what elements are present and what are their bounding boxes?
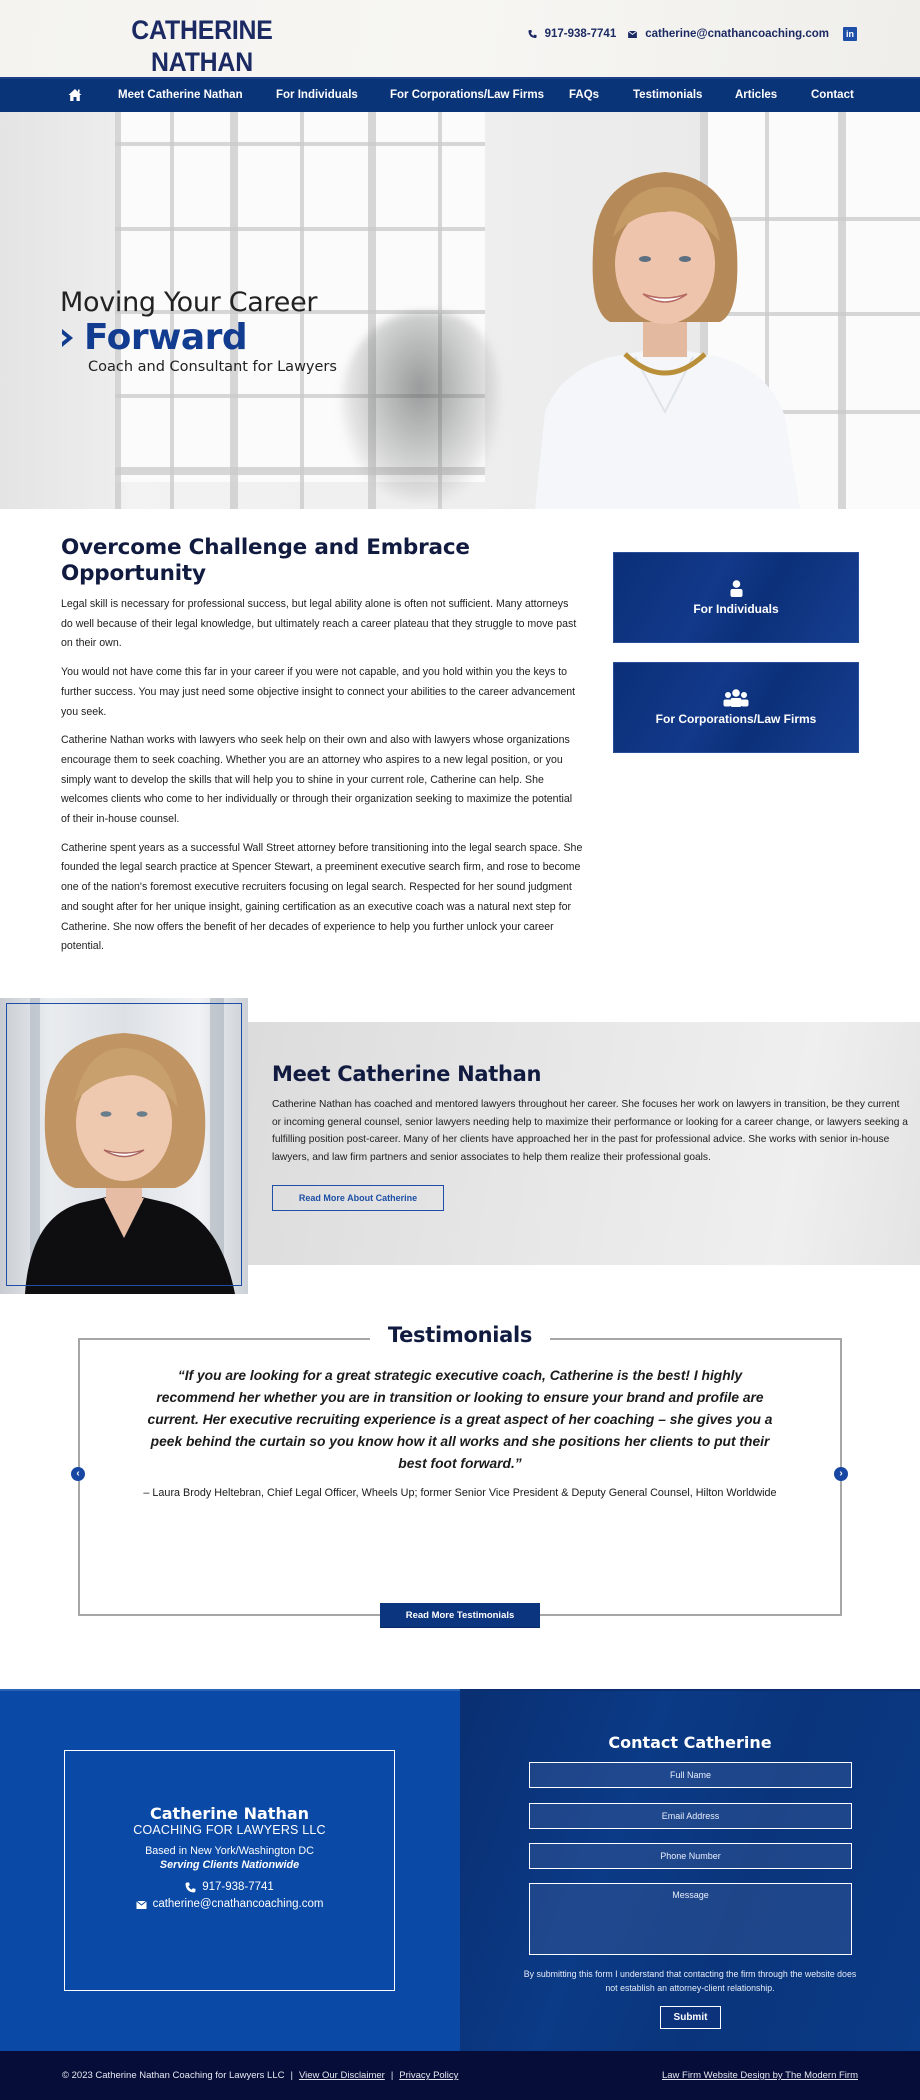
for-individuals-card[interactable]: For Individuals <box>613 552 859 643</box>
linkedin-icon[interactable]: in <box>843 27 857 41</box>
full-name-input[interactable] <box>529 1762 852 1788</box>
chevron-right-icon <box>62 329 73 347</box>
bottom-bar-left: © 2023 Catherine Nathan Coaching for Law… <box>62 2070 458 2081</box>
separator: | <box>390 2070 394 2081</box>
carousel-prev-button[interactable]: ‹ <box>71 1467 85 1481</box>
meet-heading: Meet Catherine Nathan <box>272 1062 542 1086</box>
intro-paragraph: Catherine Nathan works with lawyers who … <box>61 734 573 826</box>
testimonial-quote: “If you are looking for a great strategi… <box>147 1368 773 1471</box>
copyright-text: © 2023 Catherine Nathan Coaching for Law… <box>62 2070 285 2081</box>
footer-email-row: catherine@cnathancoaching.com <box>64 1896 395 1913</box>
logo-name: CATHERINE NATHAN <box>131 15 273 77</box>
for-individuals-label: For Individuals <box>693 601 779 616</box>
site-header: CATHERINE NATHAN COACHING FOR LAWYERS LL… <box>0 0 920 100</box>
window-frame <box>115 227 485 231</box>
phone-input[interactable] <box>529 1843 852 1869</box>
footer-serving: Serving Clients Nationwide <box>159 1859 300 1871</box>
nav-item-articles[interactable]: Articles <box>735 89 777 101</box>
home-icon[interactable] <box>68 88 82 102</box>
hero-banner: Moving Your Career Forward Coach and Con… <box>0 112 920 509</box>
testimonials-heading: Testimonials <box>370 1323 550 1347</box>
submit-button[interactable]: Submit <box>660 2006 721 2029</box>
hero-tagline: Coach and Consultant for Lawyers <box>88 359 337 375</box>
nav-item-corporations[interactable]: For Corporations/Law Firms <box>390 89 544 101</box>
message-textarea[interactable] <box>529 1883 852 1955</box>
email-input[interactable] <box>529 1803 852 1829</box>
envelope-icon <box>628 30 638 38</box>
nav-item-for-individuals[interactable]: For Individuals <box>276 89 358 101</box>
footer-phone-row: 917-938-7741 <box>64 1879 395 1896</box>
intro-paragraph: You would not have come this far in your… <box>61 666 576 718</box>
form-disclaimer: By submitting this form I understand tha… <box>523 1969 857 1993</box>
footer-name: Catherine Nathan <box>149 1804 310 1823</box>
meet-section: Meet Catherine Nathan Catherine Nathan h… <box>272 1062 908 1167</box>
hero-portrait <box>535 172 800 509</box>
privacy-policy-link[interactable]: Privacy Policy <box>399 2070 458 2081</box>
user-icon <box>730 579 742 597</box>
phone-icon <box>528 29 537 39</box>
hero-text: Moving Your Career Forward Coach and Con… <box>60 287 337 375</box>
meet-body: Catherine Nathan has coached and mentore… <box>272 1099 908 1164</box>
footer-card: Catherine Nathan COACHING FOR LAWYERS LL… <box>64 1804 395 1913</box>
footer-email-link[interactable]: catherine@cnathancoaching.com <box>153 1896 324 1913</box>
footer-company: COACHING FOR LAWYERS LLC <box>133 1823 326 1837</box>
intro-heading: Overcome Challenge and Embrace Opportuni… <box>61 535 470 586</box>
read-more-testimonials-button[interactable]: Read More Testimonials <box>380 1603 540 1628</box>
header-phone-link[interactable]: 917-938-7741 <box>545 28 617 40</box>
nav-item-contact[interactable]: Contact <box>811 89 854 101</box>
portrait-frame <box>6 1003 242 1286</box>
main-nav: Meet Catherine Nathan For Individuals Fo… <box>0 77 920 112</box>
envelope-icon <box>135 1900 147 1909</box>
contact-heading: Contact Catherine <box>608 1733 772 1752</box>
hero-heading-line2: Forward <box>84 317 248 358</box>
nav-item-testimonials[interactable]: Testimonials <box>633 89 702 101</box>
hero-heading-line1: Moving Your Career <box>60 287 318 318</box>
disclaimer-link[interactable]: View Our Disclaimer <box>299 2070 385 2081</box>
for-corporations-card[interactable]: For Corporations/Law Firms <box>613 662 859 753</box>
header-contact: 917-938-7741 catherine@cnathancoaching.c… <box>528 27 857 41</box>
bottom-bar: © 2023 Catherine Nathan Coaching for Law… <box>0 2051 920 2100</box>
intro-section: Overcome Challenge and Embrace Opportuni… <box>61 535 583 966</box>
intro-paragraph: Legal skill is necessary for professiona… <box>61 598 577 650</box>
intro-paragraph: Catherine spent years as a successful Wa… <box>61 841 583 953</box>
users-group-icon <box>723 689 749 707</box>
nav-item-meet-catherine[interactable]: Meet Catherine Nathan <box>118 89 243 101</box>
separator: | <box>290 2070 293 2081</box>
read-more-about-button[interactable]: Read More About Catherine <box>272 1185 444 1211</box>
header-email-link[interactable]: catherine@cnathancoaching.com <box>645 28 829 40</box>
nav-item-faqs[interactable]: FAQs <box>569 89 599 101</box>
hero-heading-line2-wrap: Forward <box>60 318 337 358</box>
window-frame <box>115 142 485 146</box>
designer-credit-link[interactable]: Law Firm Website Design by The Modern Fi… <box>662 2070 858 2081</box>
testimonial-author: – Laura Brody Heltebran, Chief Legal Off… <box>143 1487 777 1499</box>
plant-decoration <box>340 312 500 502</box>
window-frame <box>838 112 846 509</box>
for-corporations-label: For Corporations/Law Firms <box>655 712 817 726</box>
footer-phone-link[interactable]: 917-938-7741 <box>202 1879 274 1896</box>
footer-location: Based in New York/Washington DC <box>145 1845 314 1857</box>
phone-icon <box>185 1882 196 1893</box>
carousel-next-button[interactable]: › <box>834 1467 848 1481</box>
